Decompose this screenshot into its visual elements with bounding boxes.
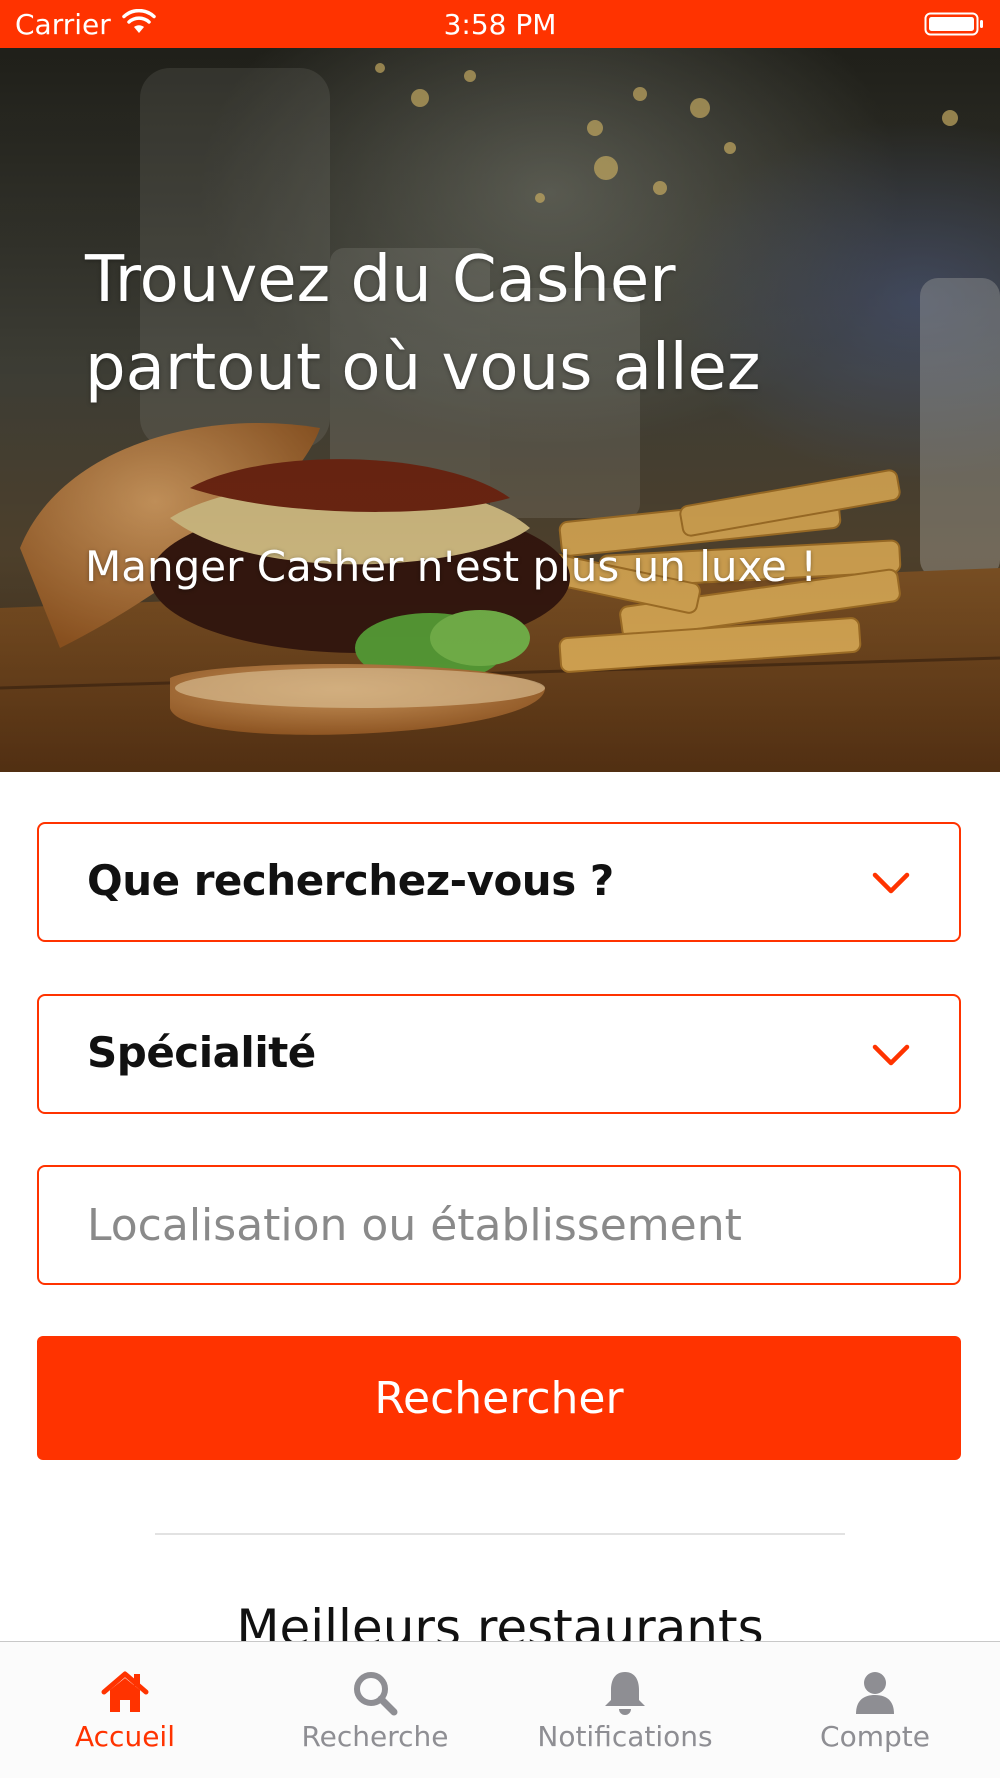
tab-recherche[interactable]: Recherche [250,1642,500,1778]
section-title: Meilleurs restaurants [236,1599,764,1642]
home-icon [101,1671,149,1712]
home-screen: Carrier 3:58 PM Trouvez du Casher partou… [0,0,1000,1778]
tab-label: Compte [820,1720,930,1753]
status-time: 3:58 PM [443,8,557,41]
battery-icon [924,12,983,36]
section-divider [155,1533,845,1535]
chevron-down-icon [872,1044,910,1066]
search-button[interactable]: Rechercher [37,1336,961,1460]
category-select-label: Que recherchez-vous ? [87,856,614,905]
specialty-select-label: Spécialité [87,1028,316,1077]
tab-label: Accueil [75,1720,175,1753]
specialty-select[interactable]: Spécialité [37,994,961,1114]
tab-label: Recherche [301,1720,449,1753]
tab-compte[interactable]: Compte [750,1642,1000,1778]
category-select[interactable]: Que recherchez-vous ? [37,822,961,942]
bell-icon [605,1672,645,1715]
hero-subtitle: Manger Casher n'est plus un luxe ! [85,542,818,591]
tab-bar: Accueil Recherche Notifications Compte [0,1641,1000,1778]
tab-accueil[interactable]: Accueil [0,1642,250,1778]
location-input[interactable] [87,1195,907,1255]
status-bar: Carrier 3:58 PM [0,0,1000,48]
tab-notifications[interactable]: Notifications [500,1642,750,1778]
user-icon [856,1672,894,1714]
hero-banner: Trouvez du Casher partout où vous allez … [0,48,1000,772]
location-field[interactable] [37,1165,961,1285]
chevron-down-icon [872,872,910,894]
search-icon [354,1672,398,1716]
tab-label: Notifications [537,1720,713,1753]
hero-title: Trouvez du Casher partout où vous allez [85,243,761,405]
